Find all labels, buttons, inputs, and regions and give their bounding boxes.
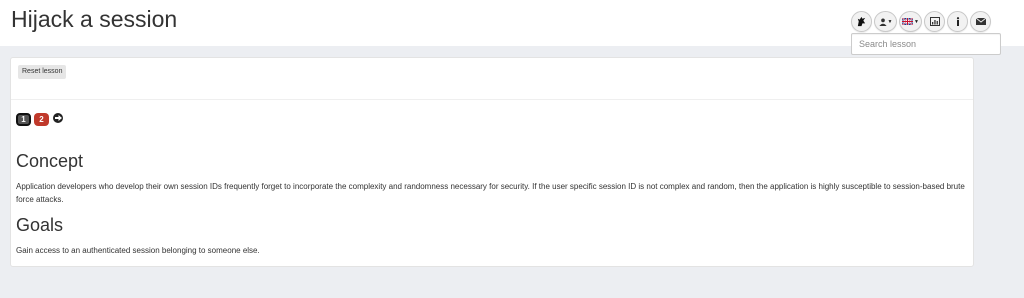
page-button-1[interactable]: 1 — [16, 113, 31, 126]
search-input[interactable] — [851, 33, 1001, 55]
divider — [11, 99, 973, 100]
page-title: Hijack a session — [11, 6, 178, 32]
header-toolbar: ▼ ▼ — [851, 11, 991, 32]
lesson-page-nav: 1 2 — [16, 112, 63, 126]
chevron-down-icon: ▼ — [887, 18, 893, 25]
user-menu-icon[interactable]: ▼ — [874, 11, 897, 32]
page-button-2[interactable]: 2 — [34, 113, 49, 126]
mail-icon[interactable] — [970, 11, 991, 32]
goals-heading: Goals — [16, 215, 64, 235]
concept-heading: Concept — [16, 151, 84, 171]
chevron-down-icon: ▼ — [914, 18, 919, 25]
lesson-panel: Reset lesson 1 2 Concept Application dev… — [10, 57, 974, 267]
wolf-icon[interactable] — [851, 11, 872, 32]
reset-lesson-button[interactable]: Reset lesson — [18, 65, 67, 79]
next-page-arrow-icon[interactable] — [53, 112, 63, 123]
report-card-icon[interactable] — [924, 11, 945, 32]
info-icon[interactable] — [947, 11, 968, 32]
concept-text: Application developers who develop their… — [16, 182, 965, 204]
goals-text: Gain access to an authenticated session … — [16, 246, 260, 255]
language-flag-icon[interactable]: ▼ — [899, 11, 922, 32]
